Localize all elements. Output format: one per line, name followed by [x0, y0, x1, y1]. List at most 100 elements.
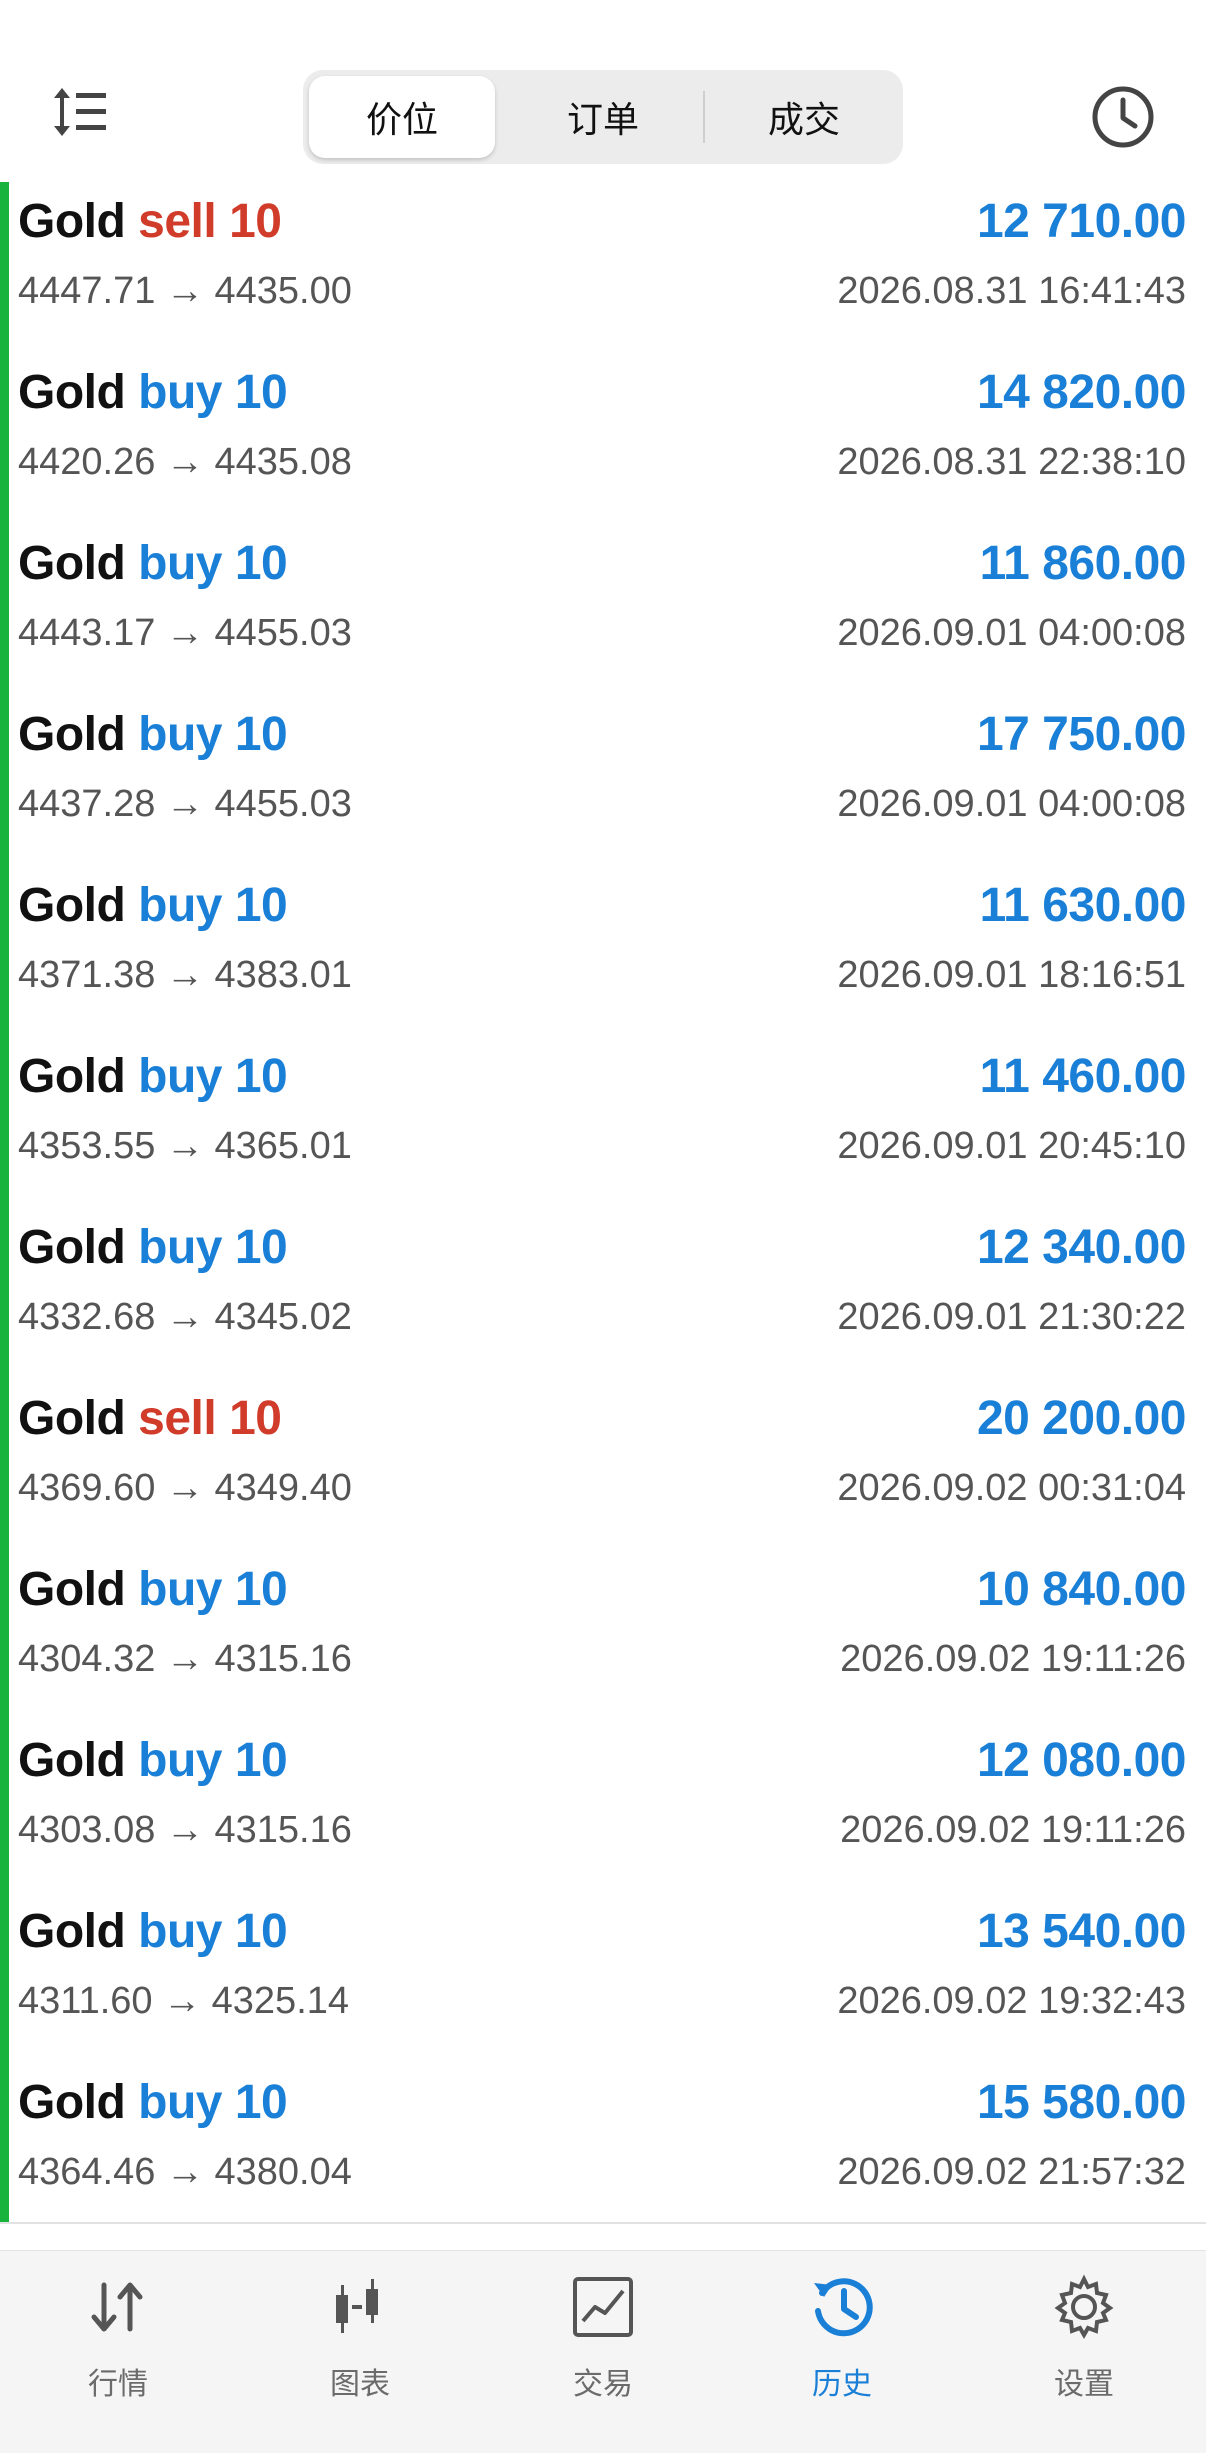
clock-icon[interactable] [1090, 84, 1156, 150]
trade-profit: 12 710.00 [976, 195, 1187, 248]
trade-row[interactable]: Gold buy 10 11 860.00 4443.17 → 4455.03 202… [0, 524, 1206, 695]
trade-row[interactable]: Gold buy 10 12 340.00 4332.68 → 4345.02 202… [0, 1208, 1206, 1379]
tab-orders[interactable]: 订单 [510, 76, 696, 158]
trade-side: sell [138, 1392, 217, 1445]
trade-title: Gold sell 10 [18, 194, 282, 249]
trade-prices: 4304.32 → 4315.16 [18, 1638, 352, 1680]
tabbar-label: 图表 [330, 2367, 390, 2402]
settings-icon [1054, 2274, 1114, 2340]
trade-side: buy [138, 366, 222, 419]
trade-side: buy [138, 1905, 222, 1958]
trade-row[interactable]: Gold sell 10 12 710.00 4447.71 → 4435.00 20… [0, 182, 1206, 353]
tabbar-settings[interactable]: 设置 [1004, 2273, 1164, 2423]
trade-profit: 11 630.00 [979, 879, 1187, 932]
trade-row[interactable]: Gold buy 10 11 460.00 4353.55 → 4365.01 202… [0, 1037, 1206, 1208]
trade-time: 2026.09.02 21:57:32 [837, 2151, 1186, 2193]
trade-volume: 10 [234, 1734, 288, 1787]
trade-row[interactable]: Gold buy 10 11 630.00 4371.38 → 4383.01 202… [0, 866, 1206, 1037]
symbol: Gold [18, 366, 126, 419]
symbol: Gold [18, 879, 126, 932]
trade-prices: 4371.38 → 4383.01 [18, 954, 352, 996]
trade-time: 2026.09.02 00:31:04 [837, 1467, 1186, 1509]
trade-row[interactable]: Gold buy 10 15 580.00 4364.46 → 4380.04 202… [0, 2063, 1206, 2234]
trade-row[interactable]: Gold buy 10 10 840.00 4304.32 → 4315.16 202… [0, 1550, 1206, 1721]
trade-prices: 4353.55 → 4365.01 [18, 1125, 352, 1167]
trade-profit: 11 460.00 [979, 1050, 1187, 1103]
symbol: Gold [18, 1392, 126, 1445]
trade-volume: 10 [229, 1392, 282, 1445]
trade-title: Gold buy 10 [18, 707, 288, 762]
symbol: Gold [18, 1734, 126, 1787]
trade-side: buy [138, 1734, 222, 1787]
symbol: Gold [18, 1221, 126, 1274]
trade-prices: 4332.68 → 4345.02 [18, 1296, 352, 1338]
symbol: Gold [18, 1050, 126, 1103]
trade-row[interactable]: Gold sell 10 20 200.00 4369.60 → 4349.40 20… [0, 1379, 1206, 1550]
trade-profit: 15 580.00 [976, 2076, 1187, 2129]
trade-history-list: Gold sell 10 12 710.00 4447.71 → 4435.00 20… [0, 182, 1206, 2222]
trade-row[interactable]: Gold buy 10 13 540.00 4311.60 → 4325.14 202… [0, 1892, 1206, 2063]
trade-side: buy [138, 1563, 222, 1616]
symbol: Gold [18, 2076, 126, 2129]
symbol: Gold [18, 1905, 126, 1958]
segment-divider [703, 91, 705, 143]
trade-prices: 4364.46 → 4380.04 [18, 2151, 352, 2193]
trade-volume: 10 [234, 1050, 288, 1103]
tabbar-trade[interactable]: 交易 [523, 2273, 683, 2423]
tabbar-label: 交易 [573, 2367, 633, 2402]
trade-title: Gold buy 10 [18, 1904, 288, 1959]
trade-time: 2026.08.31 22:38:10 [837, 441, 1186, 483]
trade-time: 2026.09.01 20:45:10 [837, 1125, 1186, 1167]
tabbar-label: 设置 [1054, 2367, 1114, 2402]
trade-side: buy [138, 2076, 222, 2129]
trade-profit: 20 200.00 [976, 1392, 1187, 1445]
trade-row[interactable]: Gold buy 10 17 750.00 4437.28 → 4455.03 202… [0, 695, 1206, 866]
trade-title: Gold buy 10 [18, 2075, 288, 2130]
trade-side: buy [138, 1050, 222, 1103]
trade-icon [573, 2277, 633, 2337]
quotes-icon [91, 2282, 143, 2332]
trade-profit: 11 860.00 [979, 537, 1187, 590]
trade-prices: 4443.17 → 4455.03 [18, 612, 352, 654]
trade-volume: 10 [234, 1563, 288, 1616]
chart-icon [336, 2279, 378, 2333]
symbol: Gold [18, 1563, 126, 1616]
trade-volume: 10 [229, 195, 282, 248]
history-icon [814, 2278, 873, 2337]
trade-side: buy [138, 1221, 222, 1274]
trade-title: Gold buy 10 [18, 1220, 288, 1275]
trade-time: 2026.09.02 19:11:26 [840, 1809, 1186, 1851]
trade-time: 2026.09.01 04:00:08 [837, 612, 1186, 654]
trade-profit: 13 540.00 [976, 1905, 1187, 1958]
tab-deals[interactable]: 成交 [711, 76, 897, 158]
trade-time: 2026.09.01 18:16:51 [837, 954, 1186, 996]
trade-row[interactable]: Gold buy 10 12 080.00 4303.08 → 4315.16 202… [0, 1721, 1206, 1892]
trade-time: 2026.08.31 16:41:43 [837, 270, 1186, 312]
trade-time: 2026.09.02 19:11:26 [840, 1638, 1186, 1680]
trade-prices: 4437.28 → 4455.03 [18, 783, 352, 825]
trade-title: Gold buy 10 [18, 1562, 288, 1617]
tabbar-label: 历史 [812, 2367, 872, 2402]
trade-row[interactable]: Gold buy 10 14 820.00 4420.26 → 4435.08 202… [0, 353, 1206, 524]
bottom-tab-bar: 行情 图表 交易 历史 设置 [0, 2250, 1206, 2453]
trade-time: 2026.09.02 19:32:43 [837, 1980, 1186, 2022]
trade-title: Gold buy 10 [18, 878, 288, 933]
list-divider [0, 2222, 1206, 2224]
sort-icon[interactable] [50, 82, 110, 142]
tabbar-quotes[interactable]: 行情 [38, 2273, 198, 2423]
tabbar-chart[interactable]: 图表 [280, 2273, 440, 2423]
trade-time: 2026.09.01 21:30:22 [837, 1296, 1186, 1338]
trade-side: buy [138, 708, 222, 761]
top-bar: 价位 订单 成交 [0, 0, 1206, 180]
trade-title: Gold buy 10 [18, 1049, 288, 1104]
trade-volume: 10 [234, 1905, 288, 1958]
trade-title: Gold buy 10 [18, 1733, 288, 1788]
trade-volume: 10 [234, 1221, 288, 1274]
symbol: Gold [18, 537, 126, 590]
tabbar-history[interactable]: 历史 [762, 2273, 922, 2423]
trade-profit: 14 820.00 [976, 366, 1187, 419]
symbol: Gold [18, 708, 126, 761]
tab-positions[interactable]: 价位 [309, 76, 495, 158]
trade-profit: 12 340.00 [976, 1221, 1187, 1274]
trade-prices: 4311.60 → 4325.14 [18, 1980, 350, 2022]
